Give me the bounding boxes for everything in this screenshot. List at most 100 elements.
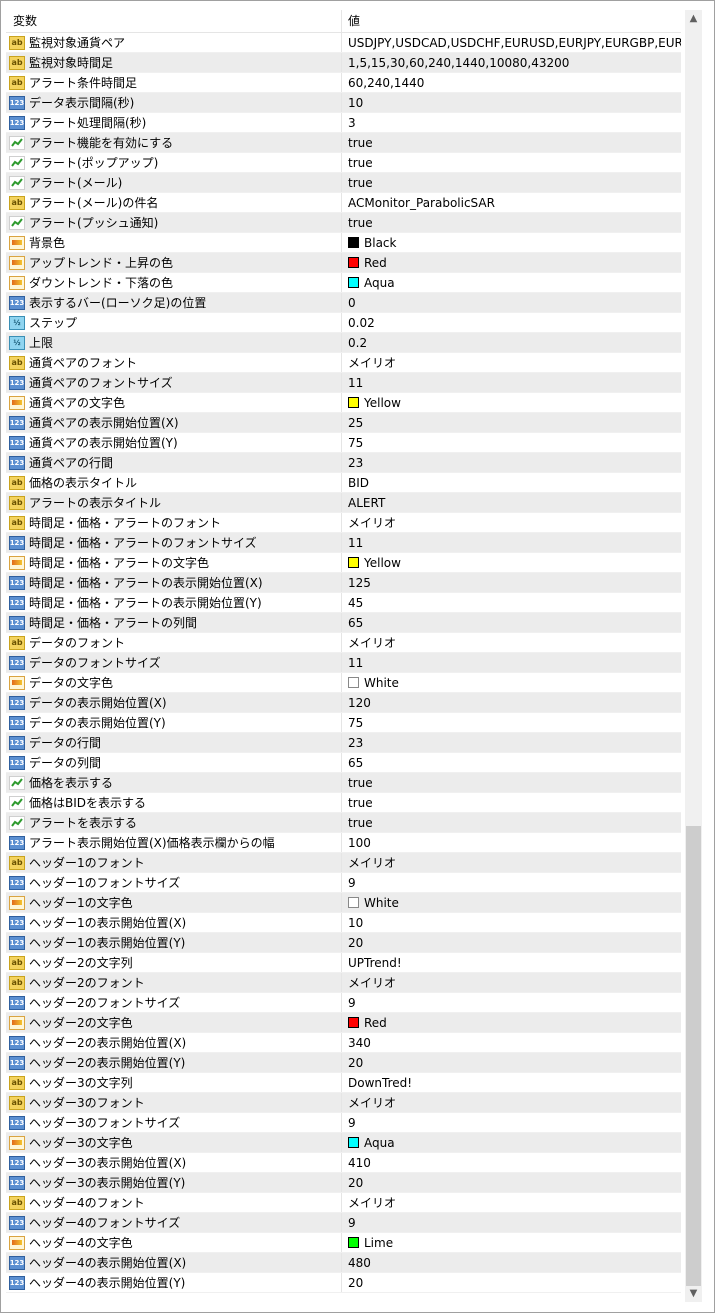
- value-cell[interactable]: 45: [342, 593, 681, 612]
- value-cell[interactable]: true: [342, 213, 681, 232]
- table-row[interactable]: ab ヘッダー1のフォント メイリオ: [6, 853, 681, 873]
- scrollbar-thumb[interactable]: [686, 826, 701, 1286]
- table-row[interactable]: 123 データの列間 65: [6, 753, 681, 773]
- table-row[interactable]: 123 ヘッダー4の表示開始位置(X) 480: [6, 1253, 681, 1273]
- value-cell[interactable]: 9: [342, 1113, 681, 1132]
- value-cell[interactable]: 3: [342, 113, 681, 132]
- table-row[interactable]: アラート(ポップアップ) true: [6, 153, 681, 173]
- table-row[interactable]: ab データのフォント メイリオ: [6, 633, 681, 653]
- value-cell[interactable]: DownTred!: [342, 1073, 681, 1092]
- value-cell[interactable]: 0.2: [342, 333, 681, 352]
- table-row[interactable]: ヘッダー2の文字色 Red: [6, 1013, 681, 1033]
- value-cell[interactable]: true: [342, 813, 681, 832]
- table-row[interactable]: 123 アラート処理間隔(秒) 3: [6, 113, 681, 133]
- table-row[interactable]: 123 通貨ペアの表示開始位置(Y) 75: [6, 433, 681, 453]
- value-cell[interactable]: 0.02: [342, 313, 681, 332]
- value-cell[interactable]: 65: [342, 613, 681, 632]
- value-cell[interactable]: 10: [342, 913, 681, 932]
- table-row[interactable]: ヘッダー3の文字色 Aqua: [6, 1133, 681, 1153]
- table-row[interactable]: 123 ヘッダー1のフォントサイズ 9: [6, 873, 681, 893]
- table-row[interactable]: ½ 上限 0.2: [6, 333, 681, 353]
- value-cell[interactable]: true: [342, 173, 681, 192]
- table-row[interactable]: ab 通貨ペアのフォント メイリオ: [6, 353, 681, 373]
- value-cell[interactable]: メイリオ: [342, 853, 681, 872]
- value-cell[interactable]: 20: [342, 1173, 681, 1192]
- value-cell[interactable]: 120: [342, 693, 681, 712]
- value-cell[interactable]: USDJPY,USDCAD,USDCHF,EURUSD,EURJPY,EURGB…: [342, 33, 681, 52]
- table-row[interactable]: ダウントレンド・下落の色 Aqua: [6, 273, 681, 293]
- table-row[interactable]: 通貨ペアの文字色 Yellow: [6, 393, 681, 413]
- column-header-value[interactable]: 値: [342, 10, 681, 32]
- value-cell[interactable]: 1,5,15,30,60,240,1440,10080,43200: [342, 53, 681, 72]
- table-row[interactable]: アラート(プッシュ通知) true: [6, 213, 681, 233]
- value-cell[interactable]: 9: [342, 993, 681, 1012]
- table-row[interactable]: 123 通貨ペアの表示開始位置(X) 25: [6, 413, 681, 433]
- value-cell[interactable]: UPTrend!: [342, 953, 681, 972]
- table-row[interactable]: 123 時間足・価格・アラートの列間 65: [6, 613, 681, 633]
- table-row[interactable]: 123 ヘッダー2のフォントサイズ 9: [6, 993, 681, 1013]
- table-row[interactable]: ab ヘッダー2のフォント メイリオ: [6, 973, 681, 993]
- table-row[interactable]: ½ ステップ 0.02: [6, 313, 681, 333]
- value-cell[interactable]: メイリオ: [342, 353, 681, 372]
- value-cell[interactable]: 0: [342, 293, 681, 312]
- value-cell[interactable]: Black: [342, 233, 681, 252]
- value-cell[interactable]: 60,240,1440: [342, 73, 681, 92]
- value-cell[interactable]: Aqua: [342, 273, 681, 292]
- table-row[interactable]: 123 データの表示開始位置(X) 120: [6, 693, 681, 713]
- value-cell[interactable]: 75: [342, 433, 681, 452]
- table-row[interactable]: ヘッダー1の文字色 White: [6, 893, 681, 913]
- value-cell[interactable]: 23: [342, 453, 681, 472]
- column-header-variable[interactable]: 変数: [6, 10, 342, 32]
- table-row[interactable]: ab ヘッダー2の文字列 UPTrend!: [6, 953, 681, 973]
- table-row[interactable]: ab 時間足・価格・アラートのフォント メイリオ: [6, 513, 681, 533]
- value-cell[interactable]: 75: [342, 713, 681, 732]
- value-cell[interactable]: Yellow: [342, 553, 681, 572]
- value-cell[interactable]: Aqua: [342, 1133, 681, 1152]
- table-row[interactable]: 123 データの行間 23: [6, 733, 681, 753]
- table-row[interactable]: アラート機能を有効にする true: [6, 133, 681, 153]
- table-row[interactable]: 123 表示するバー(ローソク足)の位置 0: [6, 293, 681, 313]
- value-cell[interactable]: 10: [342, 93, 681, 112]
- table-row[interactable]: 123 ヘッダー4のフォントサイズ 9: [6, 1213, 681, 1233]
- table-row[interactable]: 123 ヘッダー3のフォントサイズ 9: [6, 1113, 681, 1133]
- value-cell[interactable]: 20: [342, 1053, 681, 1072]
- value-cell[interactable]: 9: [342, 873, 681, 892]
- value-cell[interactable]: メイリオ: [342, 633, 681, 652]
- table-row[interactable]: データの文字色 White: [6, 673, 681, 693]
- table-row[interactable]: 123 ヘッダー4の表示開始位置(Y) 20: [6, 1273, 681, 1293]
- value-cell[interactable]: 410: [342, 1153, 681, 1172]
- table-row[interactable]: ab アラート(メール)の件名 ACMonitor_ParabolicSAR: [6, 193, 681, 213]
- value-cell[interactable]: 480: [342, 1253, 681, 1272]
- value-cell[interactable]: 23: [342, 733, 681, 752]
- value-cell[interactable]: メイリオ: [342, 1193, 681, 1212]
- table-row[interactable]: 123 時間足・価格・アラートの表示開始位置(X) 125: [6, 573, 681, 593]
- table-row[interactable]: 123 ヘッダー1の表示開始位置(Y) 20: [6, 933, 681, 953]
- table-row[interactable]: 123 時間足・価格・アラートの表示開始位置(Y) 45: [6, 593, 681, 613]
- table-row[interactable]: 123 通貨ペアの行間 23: [6, 453, 681, 473]
- table-row[interactable]: 123 アラート表示開始位置(X)価格表示欄からの幅 100: [6, 833, 681, 853]
- value-cell[interactable]: Red: [342, 253, 681, 272]
- value-cell[interactable]: メイリオ: [342, 1093, 681, 1112]
- table-row[interactable]: 123 ヘッダー3の表示開始位置(X) 410: [6, 1153, 681, 1173]
- table-row[interactable]: ab アラートの表示タイトル ALERT: [6, 493, 681, 513]
- table-row[interactable]: 背景色 Black: [6, 233, 681, 253]
- value-cell[interactable]: 65: [342, 753, 681, 772]
- value-cell[interactable]: true: [342, 773, 681, 792]
- table-row[interactable]: ab 監視対象時間足 1,5,15,30,60,240,1440,10080,432…: [6, 53, 681, 73]
- value-cell[interactable]: 20: [342, 933, 681, 952]
- value-cell[interactable]: 11: [342, 373, 681, 392]
- scroll-down-arrow-icon[interactable]: ▼: [685, 1285, 702, 1302]
- table-row[interactable]: 123 ヘッダー3の表示開始位置(Y) 20: [6, 1173, 681, 1193]
- table-row[interactable]: 価格を表示する true: [6, 773, 681, 793]
- value-cell[interactable]: BID: [342, 473, 681, 492]
- table-row[interactable]: ab ヘッダー3の文字列 DownTred!: [6, 1073, 681, 1093]
- table-row[interactable]: アラートを表示する true: [6, 813, 681, 833]
- table-row[interactable]: ab ヘッダー4のフォント メイリオ: [6, 1193, 681, 1213]
- table-row[interactable]: 123 データのフォントサイズ 11: [6, 653, 681, 673]
- value-cell[interactable]: 20: [342, 1273, 681, 1292]
- table-row[interactable]: 123 通貨ペアのフォントサイズ 11: [6, 373, 681, 393]
- value-cell[interactable]: 125: [342, 573, 681, 592]
- value-cell[interactable]: 9: [342, 1213, 681, 1232]
- value-cell[interactable]: Lime: [342, 1233, 681, 1252]
- value-cell[interactable]: メイリオ: [342, 513, 681, 532]
